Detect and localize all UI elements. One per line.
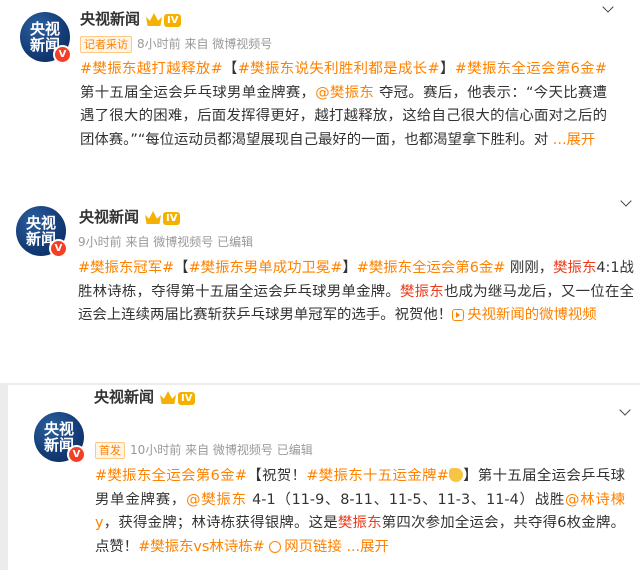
post-source: 来自 微博视频号 — [185, 443, 273, 457]
account-name-text[interactable]: 央视新闻 — [94, 388, 154, 406]
video-link-text[interactable]: 央视新闻的微博视频 — [467, 307, 597, 323]
hashtag-link[interactable]: #樊振东十五运金牌# — [306, 468, 448, 484]
verified-badge-icon: V — [53, 45, 72, 64]
body-text: 【 — [174, 260, 189, 276]
web-link-text[interactable]: 网页链接 — [284, 539, 342, 555]
member-crown-icon — [146, 13, 163, 26]
body-text: 【祝贺！ — [246, 468, 307, 484]
edited-label[interactable]: 已编辑 — [217, 235, 253, 249]
post-time[interactable]: 8小时前 — [137, 37, 181, 51]
hashtag-link[interactable]: #樊振东全运会第6金# — [95, 468, 247, 484]
hashtag-link[interactable]: #樊振东全运会第6金# — [357, 260, 506, 276]
body-text: 4-1（11-9、8-11、11-5、11-3、11-4）战胜 — [246, 491, 566, 508]
body-text: 】 — [342, 260, 357, 276]
member-crown-icon — [160, 391, 177, 404]
member-level-badge: IV — [164, 14, 182, 27]
highlighted-name: 樊振东 — [553, 260, 597, 276]
hashtag-link[interactable]: #樊振东冠军# — [78, 260, 174, 276]
account-name-text[interactable]: 央视新闻 — [80, 10, 140, 28]
post-time[interactable]: 9小时前 — [78, 235, 122, 249]
post-meta: 记者采访 8小时前 来自 微博视频号 — [80, 35, 272, 53]
hashtag-link[interactable]: #樊振东说失利胜利都是成长# — [238, 61, 440, 77]
account-name-text[interactable]: 央视新闻 — [79, 208, 139, 226]
body-text: 刚刚， — [505, 260, 554, 276]
post-source: 来自 微博视频号 — [125, 235, 214, 249]
highlighted-name: 樊振东 — [337, 515, 382, 531]
avatar-text-top: 央视 — [25, 214, 56, 232]
avatar[interactable]: 央视 新闻 V — [16, 206, 68, 258]
member-level-badge: IV — [178, 392, 196, 405]
post-tag-badge: 记者采访 — [80, 36, 132, 53]
avatar-text-top: 央视 — [29, 20, 60, 38]
member-crown-icon — [145, 211, 162, 224]
thumbs-up-icon — [448, 468, 463, 482]
post-body: #樊振东越打越释放#【#樊振东说失利胜利都是成长#】#樊振东全运会第6金# 第十… — [80, 58, 607, 152]
body-text: 【 — [222, 61, 238, 77]
hashtag-link[interactable]: #樊振东全运会第6金# — [455, 61, 607, 77]
account-name[interactable]: 央视新闻 IV — [94, 386, 196, 407]
mention-link[interactable]: @樊振东 — [315, 85, 374, 101]
highlighted-name: 樊振东 — [400, 283, 444, 300]
video-link[interactable]: 央视新闻的微博视频 — [452, 307, 597, 323]
post-body: #樊振东全运会第6金#【祝贺！#樊振东十五运金牌# 】第十五届全运会乒乓球男单金牌… — [95, 465, 625, 559]
link-icon — [269, 540, 282, 553]
hashtag-link[interactable]: #樊振东越打越释放# — [80, 61, 223, 77]
video-play-icon — [452, 309, 465, 321]
hashtag-link[interactable]: #樊振东vs林诗栋# — [138, 539, 264, 555]
mention-link[interactable]: @樊振东 — [186, 492, 247, 508]
account-name[interactable]: 央视新闻 IV — [80, 8, 182, 29]
post-time[interactable]: 10小时前 — [130, 443, 181, 457]
avatar[interactable]: 央视 新闻 V — [20, 12, 72, 64]
body-text: 】 — [439, 61, 455, 77]
web-link[interactable]: 网页链接 — [269, 539, 342, 555]
body-text: 第十五届全运会乒乓球男单金牌赛， — [80, 84, 316, 101]
member-level-badge: IV — [163, 212, 181, 225]
body-text: ，获得金牌；林诗栋获得银牌。这是 — [103, 515, 338, 531]
post-body: #樊振东冠军#【#樊振东男单成功卫冕#】#樊振东全运会第6金# 刚刚，樊振东4:… — [78, 257, 634, 328]
post-tag-badge: 首发 — [95, 442, 125, 459]
account-name[interactable]: 央视新闻 IV — [79, 206, 181, 227]
avatar[interactable]: 央视 新闻 V — [34, 412, 86, 464]
avatar-text-top: 央视 — [43, 420, 74, 438]
expand-link[interactable]: ...展开 — [346, 539, 389, 555]
post-source: 来自 微博视频号 — [184, 37, 273, 51]
hashtag-link[interactable]: #樊振东男单成功卫冕# — [189, 260, 343, 276]
verified-badge-icon: V — [49, 239, 68, 258]
verified-badge-icon: V — [67, 445, 86, 464]
expand-link[interactable]: ...展开 — [553, 132, 596, 148]
edited-label[interactable]: 已编辑 — [277, 443, 313, 457]
post-meta: 9小时前 来自 微博视频号 已编辑 — [78, 233, 253, 250]
post-meta: 首发 10小时前 来自 微博视频号 已编辑 — [95, 441, 313, 459]
